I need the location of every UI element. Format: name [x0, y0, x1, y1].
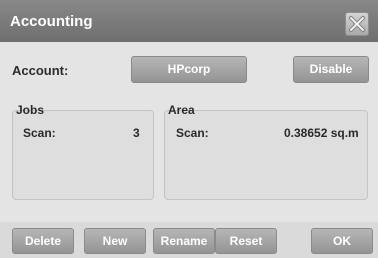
ok-button[interactable]: OK: [311, 228, 373, 254]
jobs-scan-value: 3: [133, 126, 140, 140]
disable-button[interactable]: Disable: [293, 56, 369, 83]
close-icon: [349, 16, 365, 32]
close-button[interactable]: [345, 12, 369, 36]
title-bar: Accounting: [0, 0, 378, 42]
reset-button[interactable]: Reset: [215, 228, 277, 254]
jobs-panel: [12, 110, 154, 200]
area-panel: [164, 110, 368, 200]
new-button[interactable]: New: [84, 228, 146, 254]
jobs-scan-label: Scan:: [23, 126, 56, 140]
account-select-button[interactable]: HPcorp: [131, 56, 247, 83]
rename-button[interactable]: Rename: [153, 228, 215, 254]
area-scan-label: Scan:: [176, 126, 209, 140]
area-section-title: Area: [168, 103, 195, 117]
jobs-section-title: Jobs: [16, 103, 45, 117]
delete-button[interactable]: Delete: [12, 228, 74, 254]
window-title: Accounting: [10, 13, 93, 30]
account-label: Account:: [12, 63, 69, 78]
area-scan-value: 0.38652 sq.m: [284, 126, 359, 140]
